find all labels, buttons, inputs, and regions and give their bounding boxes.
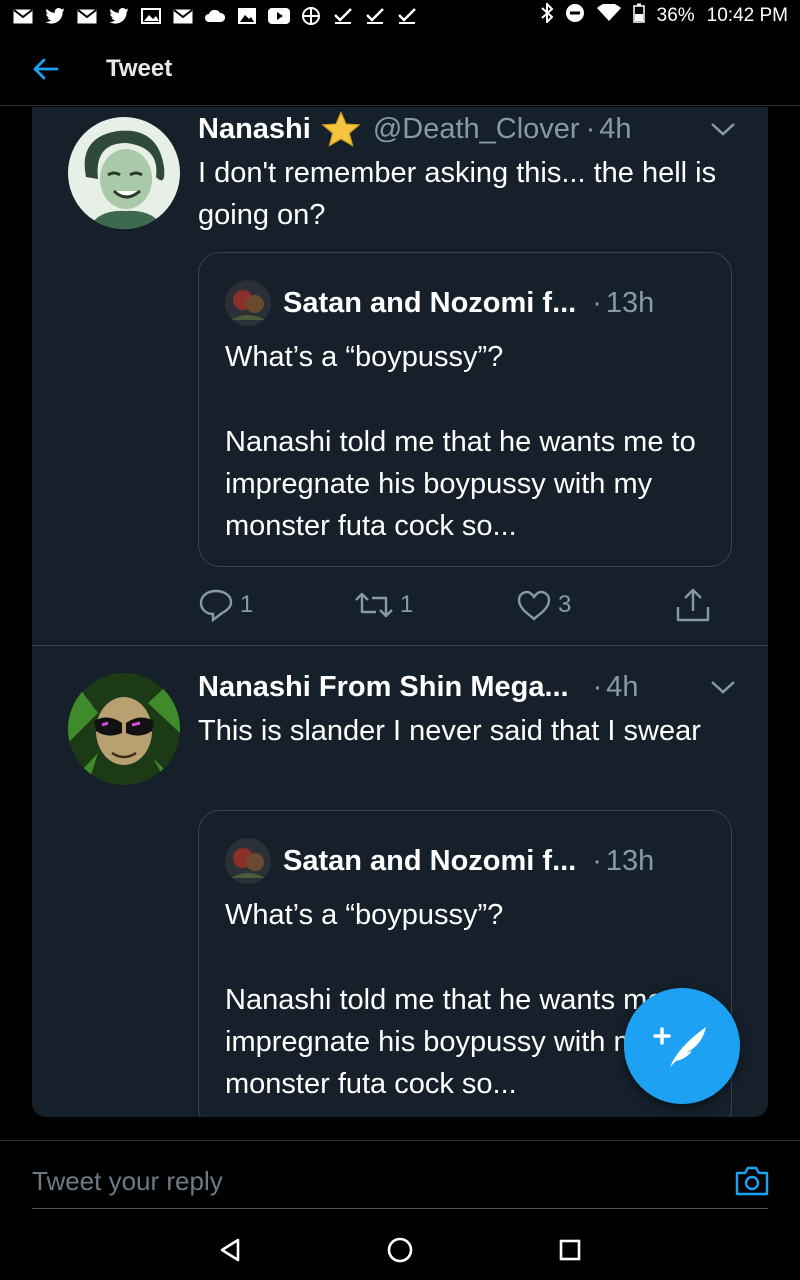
wifi-icon xyxy=(596,3,621,28)
retweet-icon xyxy=(355,592,393,618)
image-icon xyxy=(236,8,258,24)
like-count: 3 xyxy=(558,591,572,618)
back-triangle-icon xyxy=(220,1238,240,1262)
tweet-actions: 1 1 3 xyxy=(198,583,728,627)
back-arrow-icon xyxy=(33,58,59,79)
gmail-icon xyxy=(172,8,194,24)
separator-dot: · xyxy=(592,844,602,877)
quoted-tweet[interactable]: Satan and Nozomi f... · 13h What’s a “bo… xyxy=(198,252,732,567)
chevron-down-icon[interactable] xyxy=(708,114,738,144)
compose-feather-icon xyxy=(653,1027,706,1067)
share-icon xyxy=(676,588,710,622)
separator-dot: · xyxy=(585,112,596,145)
timestamp: 4h xyxy=(606,670,639,703)
reply-icon xyxy=(199,589,233,622)
check-icon xyxy=(364,8,386,24)
separator-dot: · xyxy=(592,670,603,703)
separator-dot: · xyxy=(592,286,602,319)
twitter-icon xyxy=(44,8,66,24)
check-icon xyxy=(332,8,354,24)
do-not-disturb-icon xyxy=(565,3,585,29)
nav-recents-button[interactable] xyxy=(550,1230,590,1270)
camera-icon xyxy=(735,1166,769,1196)
quote-display-name: Satan and Nozomi f... xyxy=(283,844,577,877)
quote-header: Satan and Nozomi f... · 13h xyxy=(225,838,711,884)
home-circle-icon xyxy=(387,1237,413,1263)
quote-avatar xyxy=(225,838,271,884)
heart-icon xyxy=(517,590,551,621)
recents-square-icon xyxy=(559,1239,581,1261)
quote-display-name: Satan and Nozomi f... xyxy=(283,286,577,319)
battery-percent: 36% xyxy=(656,5,695,26)
gmail-icon xyxy=(76,8,98,24)
app-bar: Tweet xyxy=(0,32,800,106)
cloud-icon xyxy=(204,8,226,24)
back-button[interactable] xyxy=(0,32,92,106)
camera-button[interactable] xyxy=(734,1165,770,1197)
quote-text-line: What’s a “boypussy”? xyxy=(225,899,504,931)
quote-text-line: What’s a “boypussy”? xyxy=(225,341,504,373)
like-button[interactable]: 3 xyxy=(516,589,571,621)
battery-icon xyxy=(632,3,645,29)
reply-button[interactable]: 1 xyxy=(198,588,253,622)
bluetooth-icon xyxy=(540,1,554,29)
nav-home-button[interactable] xyxy=(380,1230,420,1270)
reply-input[interactable]: Tweet your reply xyxy=(32,1155,768,1209)
nav-back-button[interactable] xyxy=(210,1230,250,1270)
quote-timestamp: 13h xyxy=(605,844,655,877)
quote-avatar xyxy=(225,280,271,326)
system-indicators: 36% 10:42 PM xyxy=(540,1,788,29)
compose-tweet-button[interactable] xyxy=(624,988,740,1104)
gmail-icon xyxy=(12,8,34,24)
display-name[interactable]: Nanashi xyxy=(198,113,311,146)
status-time: 10:42 PM xyxy=(706,5,788,26)
reply-bar: Tweet your reply xyxy=(0,1140,800,1220)
youtube-icon xyxy=(268,8,290,24)
app-icon xyxy=(300,7,322,25)
avatar[interactable] xyxy=(68,673,180,785)
quote-timestamp: 13h xyxy=(605,286,655,319)
share-button[interactable] xyxy=(674,587,712,623)
system-navigation-bar xyxy=(0,1220,800,1280)
tweet-text: I don't remember asking this... the hell… xyxy=(198,157,717,231)
quote-text-body: Nanashi told me that he wants me to impr… xyxy=(225,426,696,542)
quote-header: Satan and Nozomi f... · 13h xyxy=(225,280,711,326)
retweet-button[interactable]: 1 xyxy=(354,590,413,620)
check-icon xyxy=(396,8,418,24)
twitter-icon xyxy=(108,8,130,24)
notification-icons xyxy=(12,7,418,25)
display-name[interactable]: Nanashi From Shin Mega... xyxy=(198,671,569,704)
gallery-icon xyxy=(140,8,162,24)
reply-count: 1 xyxy=(240,591,254,618)
handle[interactable]: @Death_Clover xyxy=(373,113,580,146)
avatar[interactable] xyxy=(68,117,180,229)
status-bar: 36% 10:42 PM xyxy=(0,0,800,32)
chevron-down-icon[interactable] xyxy=(708,672,738,702)
retweet-count: 1 xyxy=(400,591,414,618)
tweet-header: Nanashi From Shin Mega... · 4h xyxy=(198,667,738,707)
thread-card: Nanashi @Death_Clover · 4h I don't remem… xyxy=(32,107,768,1117)
timestamp: 4h xyxy=(599,112,632,145)
tweet-header: Nanashi @Death_Clover · 4h xyxy=(198,109,738,149)
page-title: Tweet xyxy=(106,54,173,82)
tweet[interactable]: Nanashi @Death_Clover · 4h I don't remem… xyxy=(32,107,768,646)
tweet-text: This is slander I never said that I swea… xyxy=(198,715,701,747)
star-icon xyxy=(321,111,361,147)
